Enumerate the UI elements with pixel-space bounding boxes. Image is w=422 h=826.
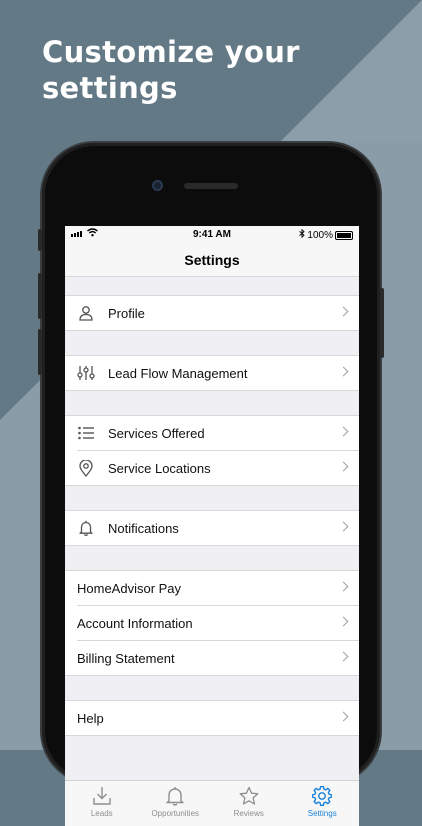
status-bar: 9:41 AM 100% <box>65 226 359 244</box>
chevron-right-icon <box>338 521 349 532</box>
settings-row-service-locations[interactable]: Service Locations <box>77 450 359 485</box>
settings-row-help[interactable]: Help <box>65 701 359 735</box>
chevron-right-icon <box>338 711 349 722</box>
chevron-right-icon <box>338 306 349 317</box>
settings-row-label: Billing Statement <box>77 650 175 666</box>
volume-down-button <box>38 329 42 375</box>
settings-row-services-offered[interactable]: Services Offered <box>65 416 359 450</box>
volume-up-button <box>38 273 42 319</box>
settings-row-profile[interactable]: Profile <box>65 296 359 330</box>
settings-row-label: Notifications <box>108 520 179 536</box>
gear-icon <box>312 786 333 806</box>
navigation-bar: Settings <box>65 244 359 277</box>
settings-row-label: HomeAdvisor Pay <box>77 580 182 596</box>
list-icon <box>77 424 95 442</box>
settings-row-label: Service Locations <box>108 460 211 476</box>
battery-status: 100% <box>299 228 353 241</box>
mute-switch <box>38 229 42 251</box>
settings-row-notifications[interactable]: Notifications <box>65 511 359 545</box>
chevron-right-icon <box>338 651 349 662</box>
tab-label: Opportunities <box>151 809 200 818</box>
tab-label: Leads <box>90 809 113 818</box>
chevron-right-icon <box>338 426 349 437</box>
tab-label: Settings <box>307 809 337 818</box>
settings-row-homeadvisor-pay[interactable]: HomeAdvisor Pay <box>65 571 359 605</box>
tab-label: Reviews <box>233 809 264 818</box>
power-button <box>380 288 384 358</box>
star-icon <box>239 786 259 805</box>
chevron-right-icon <box>338 581 349 592</box>
settings-row-label: Lead Flow Management <box>108 365 248 381</box>
promo-headline: Customize your settings <box>42 35 300 105</box>
person-icon <box>77 304 95 322</box>
app-screen: 9:41 AM 100% Settings Profile Lead Flow … <box>65 226 359 826</box>
chevron-right-icon <box>338 616 349 627</box>
battery-percent: 100% <box>307 229 333 241</box>
settings-row-label: Services Offered <box>108 425 205 441</box>
settings-group-help: Help <box>65 700 359 736</box>
location-pin-icon <box>77 459 95 477</box>
tab-opportunities[interactable]: Opportunities <box>139 781 213 826</box>
settings-row-label: Profile <box>108 305 145 321</box>
settings-row-account-information[interactable]: Account Information <box>77 605 359 640</box>
settings-group-account: HomeAdvisor Pay Account Information Bill… <box>65 570 359 676</box>
bell-icon <box>77 519 95 537</box>
settings-row-billing-statement[interactable]: Billing Statement <box>77 640 359 675</box>
settings-row-label: Help <box>77 710 104 726</box>
tab-bar: Leads Opportunities Reviews Settings <box>65 780 359 826</box>
bluetooth-icon <box>299 228 306 241</box>
tab-settings[interactable]: Settings <box>286 781 360 826</box>
bell-icon <box>166 787 184 806</box>
tab-reviews[interactable]: Reviews <box>212 781 286 826</box>
settings-group-profile: Profile <box>65 295 359 331</box>
settings-group-lead-flow: Lead Flow Management <box>65 355 359 391</box>
chevron-right-icon <box>338 366 349 377</box>
settings-row-lead-flow-management[interactable]: Lead Flow Management <box>65 356 359 390</box>
battery-icon <box>335 230 353 240</box>
download-icon <box>93 787 111 805</box>
earpiece-speaker <box>184 183 238 189</box>
front-camera <box>152 180 163 191</box>
chevron-right-icon <box>338 461 349 472</box>
tab-leads[interactable]: Leads <box>65 781 139 826</box>
settings-group-services: Services Offered Service Locations <box>65 415 359 486</box>
settings-row-label: Account Information <box>77 615 193 631</box>
phone-frame: 9:41 AM 100% Settings Profile Lead Flow … <box>38 143 384 826</box>
settings-group-notifications: Notifications <box>65 510 359 546</box>
sliders-icon <box>77 364 95 382</box>
page-title: Settings <box>184 252 240 268</box>
